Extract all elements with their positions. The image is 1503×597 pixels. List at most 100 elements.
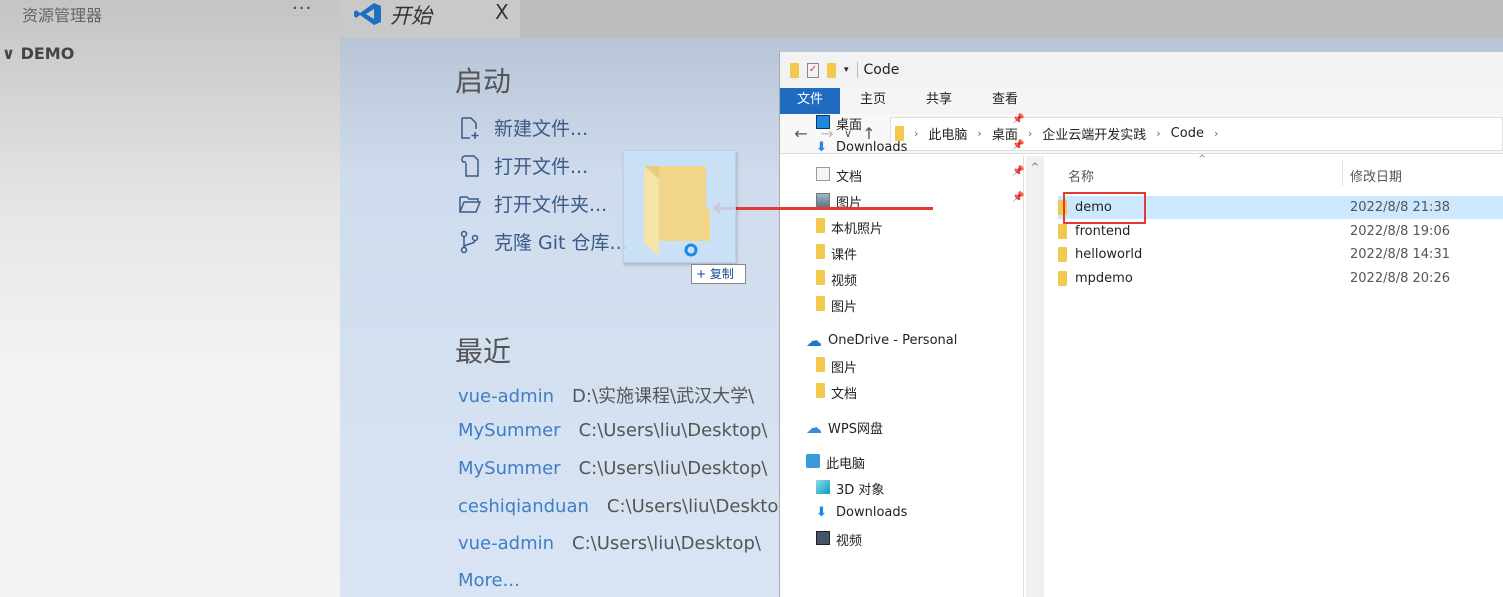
- nav-item[interactable]: 视频: [816, 530, 862, 549]
- download-icon: ⬇: [816, 140, 827, 155]
- window-title: Code: [856, 62, 899, 78]
- open-file-link[interactable]: 打开文件...: [458, 152, 588, 179]
- chevron-right-icon: ›: [1156, 127, 1161, 140]
- breadcrumb[interactable]: › 此电脑 › 桌面 › 企业云端开发实践 › Code ›: [890, 116, 1503, 151]
- nav-item[interactable]: 此电脑: [806, 453, 865, 472]
- nav-item-label: 文档: [831, 387, 858, 402]
- pin-icon[interactable]: 📌: [1012, 114, 1024, 125]
- nav-item-label: Downloads: [836, 140, 908, 155]
- nav-item[interactable]: 视频: [816, 270, 857, 289]
- recent-path: C:\Users\liu\Desktop\: [578, 458, 768, 479]
- nav-item-label: 课件: [831, 248, 858, 263]
- nav-item-label: 本机照片: [831, 222, 884, 237]
- properties-icon[interactable]: ✓: [807, 62, 819, 78]
- chevron-right-icon: ›: [1213, 127, 1219, 140]
- nav-item[interactable]: 图片: [816, 296, 857, 315]
- explorer-sidebar: 资源管理器 ··· ∨ DEMO: [0, 0, 340, 597]
- folder-icon: [816, 270, 825, 289]
- breadcrumb-item[interactable]: 企业云端开发实践: [1042, 124, 1146, 143]
- file-row[interactable]: helloworld 2022/8/8 14:31: [1058, 243, 1503, 266]
- drag-arrow: [712, 202, 933, 214]
- copy-tooltip: + 复制: [691, 264, 746, 284]
- recent-item[interactable]: vue-admin D:\实施课程\武汉大学\: [458, 382, 780, 408]
- quick-access-dropdown-icon[interactable]: ▾: [844, 65, 849, 75]
- nav-item-label: 3D 对象: [836, 483, 885, 498]
- recent-item[interactable]: ceshiqianduan C:\Users\liu\Desktop\: [458, 496, 780, 517]
- nav-item-label: 图片: [831, 300, 858, 315]
- nav-item-label: 图片: [831, 361, 858, 376]
- workspace-folder[interactable]: ∨ DEMO: [2, 44, 74, 63]
- recent-item[interactable]: MySummer C:\Users\liu\Desktop\: [458, 420, 780, 441]
- column-date[interactable]: 修改日期: [1350, 166, 1402, 185]
- sort-ascending-icon: ^: [1198, 154, 1207, 165]
- nav-item[interactable]: 3D 对象: [816, 479, 884, 498]
- nav-item[interactable]: 文档: [816, 166, 862, 185]
- nav-item[interactable]: ☁ WPS网盘: [806, 418, 883, 437]
- recent-name[interactable]: vue-admin: [458, 386, 554, 407]
- label: 打开文件...: [494, 156, 589, 178]
- highlight-box: [1063, 192, 1146, 224]
- open-folder-link[interactable]: 打开文件夹...: [458, 190, 607, 217]
- recent-path: C:\Users\liu\Desktop\: [578, 420, 768, 441]
- nav-item[interactable]: 桌面: [816, 114, 862, 133]
- navigation-pane: ^ 桌面 📌 ⬇ Downloads 📌 文档 📌 图片 📌 本机照片 课件 视频 图片 ☁ OneDriv…: [780, 114, 1044, 597]
- file-row[interactable]: mpdemo 2022/8/8 20:26: [1058, 267, 1503, 290]
- recent-name[interactable]: vue-admin: [458, 533, 554, 554]
- document-icon: [816, 166, 830, 185]
- back-icon[interactable]: ←: [788, 124, 814, 143]
- ribbon-tab-view[interactable]: 查看: [972, 88, 1038, 114]
- nav-item-label: 文档: [836, 170, 863, 185]
- nav-item[interactable]: ☁ OneDrive - Personal: [806, 331, 957, 350]
- nav-item[interactable]: 文档: [816, 383, 857, 402]
- close-icon[interactable]: X: [495, 0, 509, 24]
- nav-item-label: 桌面: [836, 118, 863, 133]
- file-date: 2022/8/8 14:31: [1350, 247, 1450, 262]
- file-name: helloworld: [1075, 247, 1143, 262]
- recent-path: D:\实施课程\武汉大学\: [572, 386, 755, 407]
- nav-item[interactable]: ⬇ Downloads: [816, 140, 907, 155]
- file-explorer-window: ✓ ▾ Code 文件 主页 共享 查看 ← → ∨ ↑ › 此电脑 › 桌面 › …: [779, 52, 1503, 597]
- video-icon: [816, 530, 830, 549]
- folder-icon: [816, 244, 825, 263]
- file-name: mpdemo: [1075, 271, 1133, 286]
- folder-icon: [816, 296, 825, 315]
- recent-item[interactable]: MySummer C:\Users\liu\Desktop\: [458, 458, 780, 479]
- nav-item[interactable]: 课件: [816, 244, 857, 263]
- nav-item-label: 视频: [836, 534, 863, 549]
- nav-item-label: OneDrive - Personal: [828, 333, 958, 348]
- new-file-link[interactable]: 新建文件...: [458, 114, 588, 141]
- column-name[interactable]: 名称: [1068, 166, 1094, 185]
- label: 打开文件夹...: [494, 194, 608, 216]
- pin-icon[interactable]: 📌: [1012, 166, 1024, 177]
- tab-welcome[interactable]: 开始 X: [340, 0, 520, 38]
- recent-name[interactable]: MySummer: [458, 420, 561, 441]
- desktop-icon: [816, 114, 830, 133]
- clone-git-link[interactable]: 克隆 Git 仓库...: [458, 228, 628, 255]
- nav-item[interactable]: 图片: [816, 357, 857, 376]
- nav-item[interactable]: ⬇ Downloads: [816, 505, 907, 520]
- file-date: 2022/8/8 19:06: [1350, 224, 1450, 239]
- recent-item[interactable]: vue-admin C:\Users\liu\Desktop\: [458, 533, 780, 554]
- nav-item[interactable]: 本机照片: [816, 218, 883, 237]
- pin-icon[interactable]: 📌: [1012, 140, 1024, 151]
- folder-icon: [644, 166, 710, 257]
- ribbon-tabs: 文件 主页 共享 查看: [780, 88, 1503, 114]
- ribbon-tab-home[interactable]: 主页: [840, 88, 906, 114]
- chevron-right-icon: ›: [977, 127, 982, 140]
- file-date: 2022/8/8 21:38: [1350, 200, 1450, 215]
- recent-name[interactable]: ceshiqianduan: [458, 496, 589, 517]
- more-actions-button[interactable]: ···: [292, 0, 312, 19]
- breadcrumb-item[interactable]: Code: [1171, 126, 1204, 141]
- nav-scrollbar[interactable]: ^: [1026, 156, 1044, 597]
- chevron-right-icon: ›: [1027, 127, 1033, 140]
- pin-icon[interactable]: 📌: [1012, 192, 1024, 203]
- breadcrumb-item[interactable]: 此电脑: [928, 124, 967, 143]
- new-folder-icon[interactable]: [827, 62, 836, 78]
- more-link[interactable]: More...: [458, 570, 780, 591]
- onedrive-icon: ☁: [806, 331, 822, 350]
- ribbon-tab-share[interactable]: 共享: [906, 88, 972, 114]
- folder-label: DEMO: [20, 44, 75, 63]
- ribbon-tab-file[interactable]: 文件: [780, 88, 841, 114]
- scroll-up-icon[interactable]: ^: [1026, 156, 1044, 173]
- recent-name[interactable]: MySummer: [458, 458, 561, 479]
